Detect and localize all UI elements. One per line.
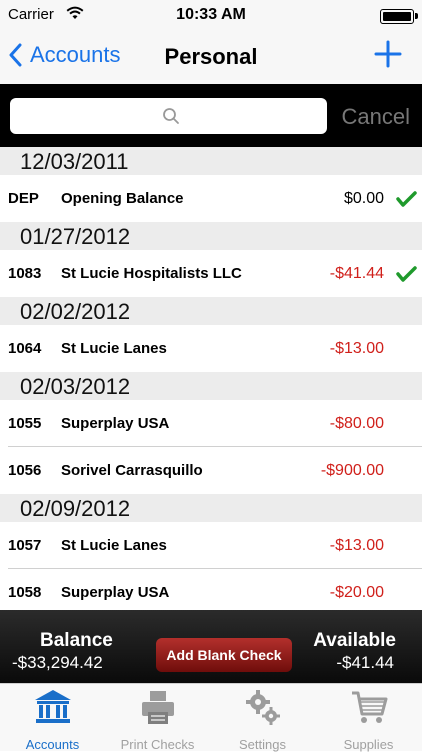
- amount: $0.00: [343, 189, 384, 207]
- search-icon: [163, 108, 179, 124]
- check-number: 1064: [8, 340, 42, 357]
- amount: -$41.44: [329, 264, 384, 282]
- check-number: 1057: [8, 537, 42, 554]
- tab-accounts[interactable]: Accounts: [0, 688, 105, 752]
- amount: -$20.00: [329, 583, 384, 601]
- transaction-row[interactable]: 1057 St Lucie Lanes -$13.00: [0, 522, 422, 569]
- transaction-row[interactable]: 1055 Superplay USA -$80.00: [0, 400, 422, 447]
- cleared-check-icon: [396, 265, 417, 282]
- tab-bar: Accounts Print Checks Settings Supplies: [0, 683, 422, 752]
- add-blank-check-button[interactable]: Add Blank Check: [156, 638, 292, 672]
- uncleared-spacer: [392, 414, 422, 434]
- balance-value: -$33,294.42: [12, 653, 103, 672]
- tab-print-checks[interactable]: Print Checks: [105, 688, 210, 752]
- cart-icon: [351, 691, 387, 723]
- payee: St Lucie Lanes: [61, 340, 167, 357]
- payee: Sorivel Carrasquillo: [61, 462, 203, 479]
- transaction-row[interactable]: 1056 Sorivel Carrasquillo -$900.00: [0, 447, 422, 494]
- date-header: 02/02/2012: [0, 297, 422, 325]
- cancel-button[interactable]: Cancel: [342, 104, 410, 130]
- printer-icon: [141, 691, 174, 724]
- available-value: -$41.44: [336, 653, 394, 672]
- tab-supplies[interactable]: Supplies: [316, 688, 421, 752]
- uncleared-spacer: [392, 536, 422, 556]
- transaction-list: 12/03/2011 DEP Opening Balance $0.00 01/…: [0, 147, 422, 616]
- uncleared-spacer: [392, 461, 422, 481]
- payee: Superplay USA: [61, 584, 170, 601]
- check-number: 1058: [8, 584, 42, 601]
- available-label: Available: [313, 630, 396, 651]
- check-number: DEP: [8, 190, 39, 207]
- search-bar: Cancel: [0, 84, 422, 147]
- transaction-row[interactable]: 1083 St Lucie Hospitalists LLC -$41.44: [0, 250, 422, 297]
- balance-label: Balance: [40, 630, 113, 651]
- amount: -$13.00: [329, 536, 384, 554]
- add-icon[interactable]: [372, 38, 404, 70]
- page-title: Personal: [164, 44, 258, 69]
- amount: -$13.00: [329, 339, 384, 357]
- date-header: 02/09/2012: [0, 494, 422, 522]
- transaction-row[interactable]: DEP Opening Balance $0.00: [0, 175, 422, 222]
- battery-icon: [380, 9, 418, 24]
- cleared-check-icon: [396, 190, 417, 207]
- check-number: 1083: [8, 265, 42, 282]
- clock: 10:33 AM: [176, 6, 246, 23]
- status-bar: Carrier 10:33 AM: [0, 0, 422, 32]
- payee: St Lucie Lanes: [61, 537, 167, 554]
- date-header: 02/03/2012: [0, 372, 422, 400]
- check-number: 1056: [8, 462, 42, 479]
- payee: St Lucie Hospitalists LLC: [61, 265, 242, 282]
- transaction-row[interactable]: 1064 St Lucie Lanes -$13.00: [0, 325, 422, 372]
- bank-icon: [34, 690, 71, 723]
- tab-settings[interactable]: Settings: [210, 688, 315, 752]
- search-input[interactable]: [10, 98, 327, 134]
- uncleared-spacer: [392, 339, 422, 359]
- payee: Superplay USA: [61, 415, 170, 432]
- check-number: 1055: [8, 415, 42, 432]
- gears-icon: [245, 690, 280, 725]
- date-header: 01/27/2012: [0, 222, 422, 250]
- amount: -$80.00: [329, 414, 384, 432]
- payee: Opening Balance: [61, 190, 184, 207]
- date-header: 12/03/2011: [0, 147, 422, 175]
- transaction-row[interactable]: 1058 Superplay USA -$20.00: [0, 569, 422, 616]
- amount: -$900.00: [320, 461, 384, 479]
- navigation-bar: Accounts Personal: [0, 32, 422, 84]
- balance-footer: Balance -$33,294.42 Add Blank Check Avai…: [0, 610, 422, 683]
- uncleared-spacer: [392, 583, 422, 603]
